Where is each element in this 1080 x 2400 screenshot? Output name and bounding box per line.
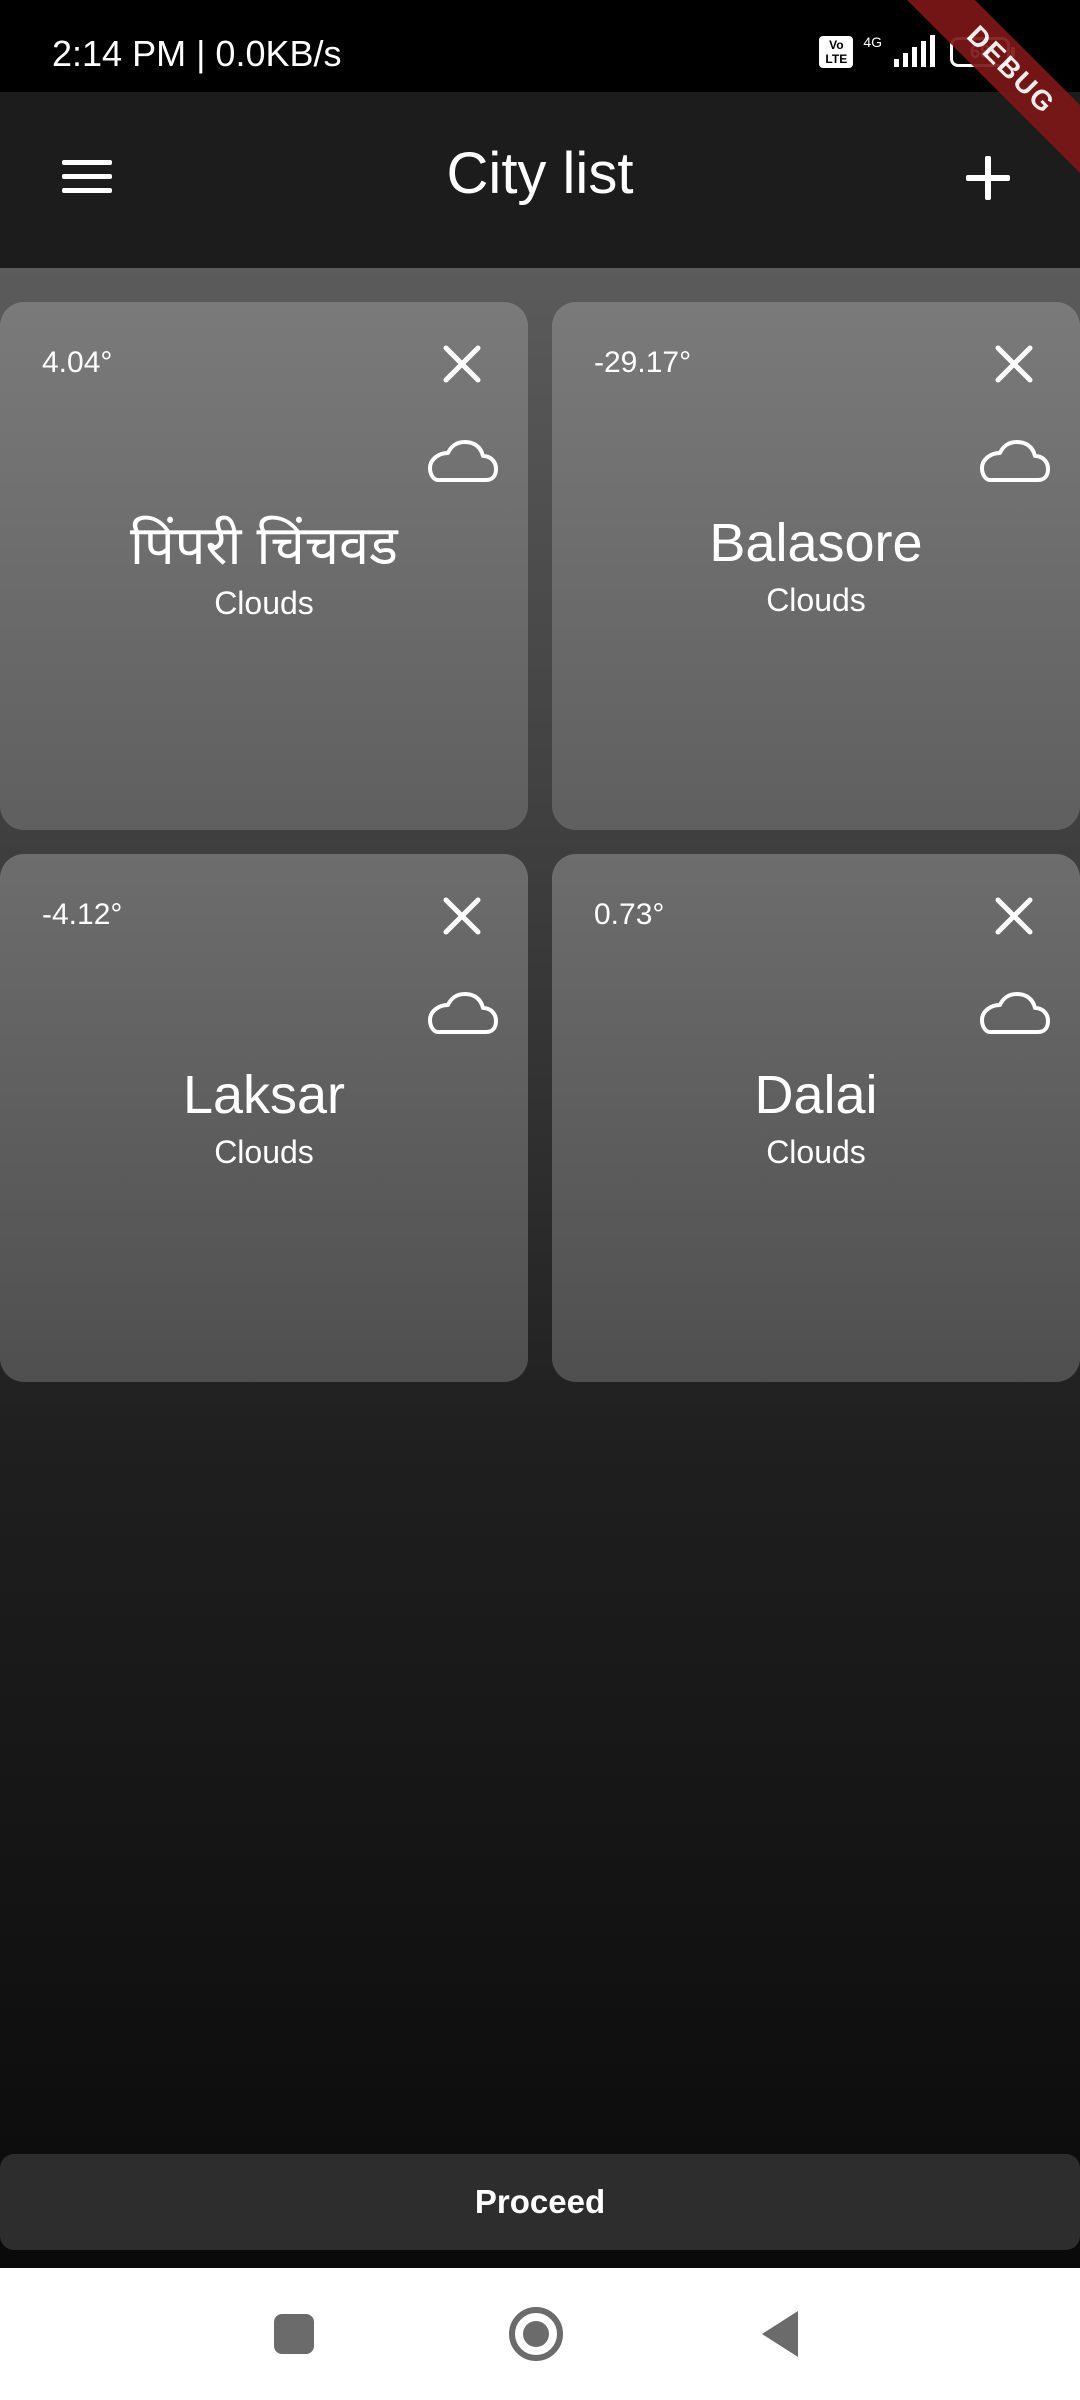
- city-name: पिंपरी चिंचवड: [130, 516, 398, 576]
- city-temperature: -4.12°: [42, 898, 123, 931]
- page-title: City list: [446, 141, 634, 206]
- close-icon: [443, 345, 481, 383]
- status-time-speed: 2:14 PM | 0.0KB/s: [52, 33, 342, 74]
- cloud-icon: [426, 990, 498, 1040]
- home-button[interactable]: [498, 2296, 574, 2372]
- city-temperature: 4.04°: [42, 346, 113, 379]
- close-icon: [995, 897, 1033, 935]
- proceed-button[interactable]: Proceed: [0, 2154, 1080, 2250]
- city-card-laksar[interactable]: -4.12° Laksar Clouds: [0, 854, 528, 1382]
- remove-city-button[interactable]: [438, 892, 486, 940]
- city-temperature: 0.73°: [594, 898, 665, 931]
- remove-city-button[interactable]: [438, 340, 486, 388]
- triangle-back-icon: [762, 2311, 798, 2357]
- weather-condition: Clouds: [766, 582, 866, 618]
- city-name: Dalai: [754, 1065, 878, 1125]
- network-label: 4G: [863, 34, 882, 50]
- volte-label: Vo LTE: [825, 38, 848, 66]
- add-city-button[interactable]: [948, 138, 1028, 218]
- circle-icon: [509, 2307, 563, 2361]
- city-name: Balasore: [709, 513, 923, 573]
- cloud-icon: [426, 438, 498, 488]
- city-card-dalai[interactable]: 0.73° Dalai Clouds: [552, 854, 1080, 1382]
- recents-button[interactable]: [256, 2296, 332, 2372]
- volte-icon: Vo LTE: [819, 36, 854, 68]
- city-card-balasore[interactable]: -29.17° Balasore Clouds: [552, 302, 1080, 830]
- weather-condition: Clouds: [214, 585, 314, 621]
- weather-condition: Clouds: [214, 1134, 314, 1170]
- city-list-content: 4.04° पिंपरी चिंचवड Clouds -29.17° Balas…: [0, 268, 1080, 2268]
- remove-city-button[interactable]: [990, 340, 1038, 388]
- remove-city-button[interactable]: [990, 892, 1038, 940]
- city-temperature: -29.17°: [594, 346, 692, 379]
- back-button[interactable]: [742, 2296, 818, 2372]
- close-icon: [443, 897, 481, 935]
- city-card-pimpri-chinchwad[interactable]: 4.04° पिंपरी चिंचवड Clouds: [0, 302, 528, 830]
- cloud-icon: [978, 990, 1050, 1040]
- system-navigation-bar: [0, 2268, 1080, 2400]
- city-name: Laksar: [182, 1065, 346, 1125]
- signal-icon: [894, 35, 935, 67]
- weather-condition: Clouds: [766, 1134, 866, 1170]
- city-list-screen: 2:14 PM | 0.0KB/s Vo LTE 4G 68 DEBUG: [0, 0, 1080, 2400]
- close-icon: [995, 345, 1033, 383]
- square-icon: [274, 2314, 314, 2354]
- app-bar: City list: [0, 92, 1080, 268]
- plus-icon: [966, 156, 1010, 200]
- cloud-icon: [978, 438, 1050, 488]
- status-bar: 2:14 PM | 0.0KB/s Vo LTE 4G 68: [0, 0, 1080, 92]
